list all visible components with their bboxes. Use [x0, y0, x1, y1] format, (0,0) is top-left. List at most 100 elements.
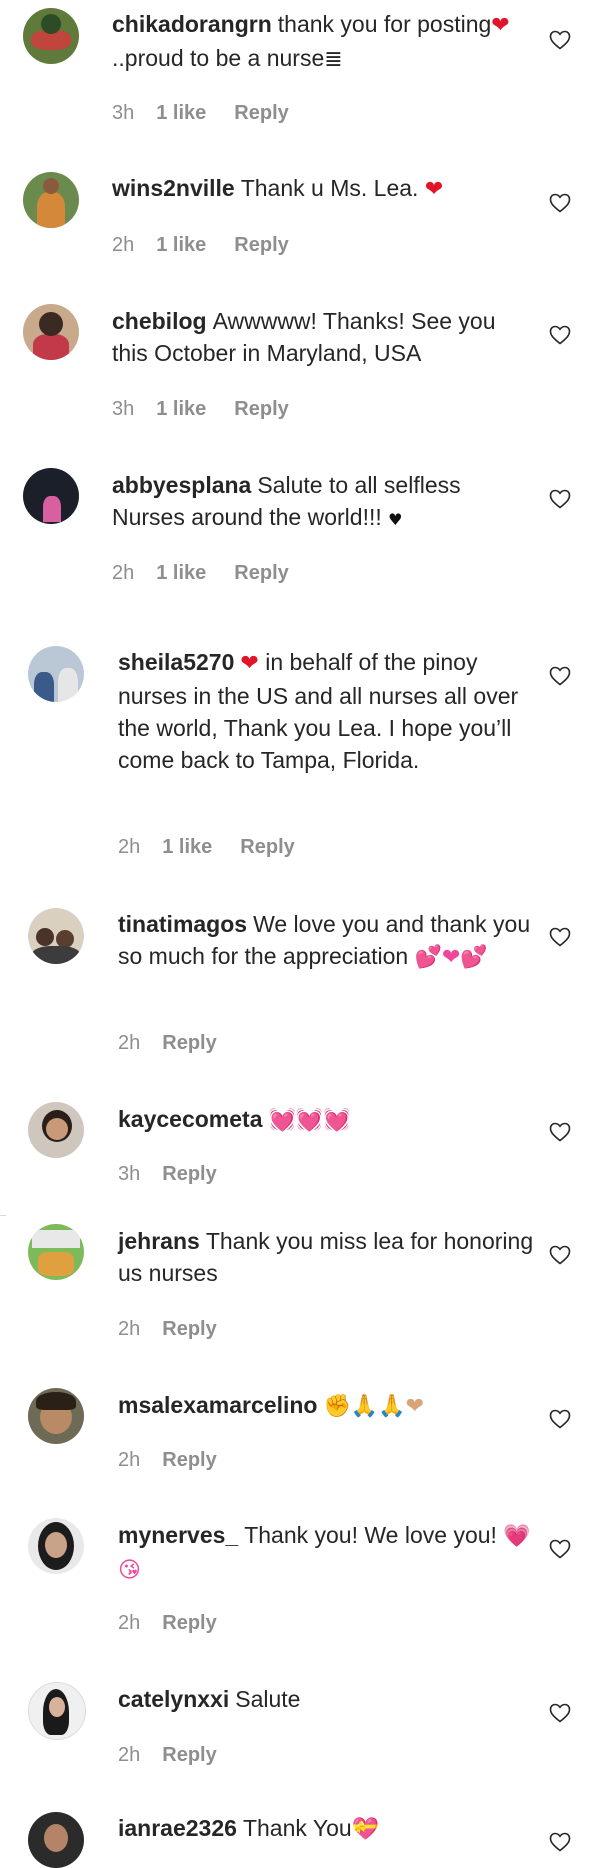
heart-outline-icon[interactable]: [548, 1701, 572, 1725]
avatar[interactable]: [28, 1812, 84, 1868]
reply-button[interactable]: Reply: [162, 1449, 216, 1471]
avatar[interactable]: [23, 304, 79, 360]
comment-text-part: Thank you! We love you!: [244, 1522, 504, 1548]
avatar[interactable]: [28, 1102, 84, 1158]
username-link[interactable]: chebilog: [112, 308, 207, 334]
avatar[interactable]: [28, 1518, 84, 1574]
comment-text: tinatimagos We love you and thank you so …: [118, 908, 538, 974]
reply-button[interactable]: Reply: [234, 234, 288, 256]
comment-meta: 2h Reply: [118, 1032, 245, 1055]
comment-text-part: Thank You: [242, 1815, 352, 1841]
username-link[interactable]: ianrae2326: [118, 1815, 237, 1841]
avatar[interactable]: [28, 646, 84, 702]
likes-count[interactable]: 1 like: [162, 836, 212, 858]
username-link[interactable]: catelynxxi: [118, 1686, 229, 1712]
comment-text: kaycecometa 💓💓💓: [118, 1103, 538, 1137]
comment-time: 2h: [118, 1612, 141, 1634]
gift-heart-emoji: 💝: [351, 1817, 380, 1842]
username-link[interactable]: jehrans: [118, 1228, 200, 1254]
comment-text-part: Salute: [235, 1686, 301, 1712]
comment-text: mynerves_ Thank you! We love you! 💗 😘: [118, 1519, 538, 1587]
username-link[interactable]: mynerves_: [118, 1522, 238, 1548]
red-heart-emoji: ❤: [240, 651, 259, 676]
heart-outline-icon[interactable]: [548, 323, 572, 347]
reply-button[interactable]: Reply: [234, 398, 288, 420]
flag-emoji: ≣: [324, 47, 343, 72]
username-link[interactable]: chikadorangrn: [112, 11, 272, 37]
avatar[interactable]: [28, 1388, 84, 1444]
comment-meta: 2h Reply: [118, 1744, 245, 1767]
fist-pray-hearts-emoji: ✊🙏🙏❤: [323, 1394, 425, 1419]
comment-text: sheila5270 ❤ in behalf of the pinoy nurse…: [118, 646, 538, 776]
heart-outline-icon[interactable]: [548, 1537, 572, 1561]
heart-outline-icon[interactable]: [548, 1120, 572, 1144]
hearts-emoji: 💕❤💕: [414, 945, 488, 970]
comment-text: ianrae2326 Thank You💝: [118, 1812, 538, 1846]
likes-count[interactable]: 1 like: [156, 102, 206, 124]
avatar[interactable]: [28, 1682, 86, 1740]
comment-time: 2h: [112, 562, 135, 584]
comment-text: abbyesplana Salute to all selfless Nurses…: [112, 469, 532, 536]
black-heart-emoji: ♥: [388, 510, 403, 529]
reply-button[interactable]: Reply: [234, 102, 288, 124]
heart-outline-icon[interactable]: [548, 925, 572, 949]
reply-button[interactable]: Reply: [234, 562, 288, 584]
likes-count[interactable]: 1 like: [156, 234, 206, 256]
comment-text: msalexamarcelino ✊🙏🙏❤: [118, 1389, 578, 1423]
comment-meta: 2h Reply: [118, 1318, 245, 1341]
likes-count[interactable]: 1 like: [156, 398, 206, 420]
username-link[interactable]: abbyesplana: [112, 472, 251, 498]
likes-count[interactable]: 1 like: [156, 562, 206, 584]
avatar[interactable]: [23, 468, 79, 524]
reply-button[interactable]: Reply: [162, 1032, 216, 1054]
reply-button[interactable]: Reply: [162, 1163, 216, 1185]
heart-outline-icon[interactable]: [548, 1243, 572, 1267]
comment-time: 2h: [118, 1032, 141, 1054]
comment-time: 3h: [112, 398, 135, 420]
reply-button[interactable]: Reply: [162, 1318, 216, 1340]
comment-text: jehrans Thank you miss lea for honoring u…: [118, 1225, 538, 1289]
username-link[interactable]: tinatimagos: [118, 911, 247, 937]
comment-text-part: Thank u Ms. Lea.: [240, 175, 425, 201]
comment-time: 2h: [112, 234, 135, 256]
heart-outline-icon[interactable]: [548, 191, 572, 215]
avatar[interactable]: [23, 8, 79, 64]
username-link[interactable]: kaycecometa: [118, 1106, 263, 1132]
comment-meta: 2h Reply: [118, 1449, 245, 1472]
comment-text: catelynxxi Salute: [118, 1683, 538, 1715]
heart-outline-icon[interactable]: [548, 487, 572, 511]
comment-text-part: ..proud to be a nurse: [112, 45, 325, 71]
comment-time: 3h: [112, 102, 135, 124]
comment-meta: 3h Reply: [118, 1163, 245, 1186]
comment-time: 2h: [118, 1449, 141, 1471]
divider: [0, 1215, 6, 1216]
comment-meta: 3h 1 like Reply: [112, 102, 317, 125]
heart-outline-icon[interactable]: [548, 664, 572, 688]
comment-meta: 2h 1 like Reply: [112, 234, 317, 257]
comment-meta: 2h 1 like Reply: [112, 562, 317, 585]
reply-button[interactable]: Reply: [162, 1612, 216, 1634]
comment-text: chebilog Awwwww! Thanks! See you this Oct…: [112, 305, 532, 369]
comment-text-part: thank you for posting: [277, 11, 492, 37]
reply-button[interactable]: Reply: [162, 1744, 216, 1766]
red-heart-emoji: ❤: [491, 13, 510, 38]
username-link[interactable]: msalexamarcelino: [118, 1392, 317, 1418]
comment-time: 2h: [118, 836, 141, 858]
username-link[interactable]: sheila5270: [118, 649, 234, 675]
comment-meta: 2h 1 like Reply: [118, 836, 323, 859]
comment-time: 2h: [118, 1318, 141, 1340]
reply-button[interactable]: Reply: [240, 836, 294, 858]
comment-time: 3h: [118, 1163, 141, 1185]
red-heart-emoji: ❤: [424, 177, 444, 202]
username-link[interactable]: wins2nville: [112, 175, 235, 201]
comment-text: chikadorangrn thank you for posting❤ ..pr…: [112, 8, 532, 76]
avatar[interactable]: [28, 1224, 84, 1280]
comment-meta: 2h Reply: [118, 1612, 245, 1635]
comment-meta: 3h 1 like Reply: [112, 398, 317, 421]
avatar[interactable]: [28, 908, 84, 964]
comment-time: 2h: [118, 1744, 141, 1766]
heart-outline-icon[interactable]: [548, 1830, 572, 1854]
avatar[interactable]: [23, 172, 79, 228]
heart-outline-icon[interactable]: [548, 1407, 572, 1431]
heart-outline-icon[interactable]: [548, 28, 572, 52]
